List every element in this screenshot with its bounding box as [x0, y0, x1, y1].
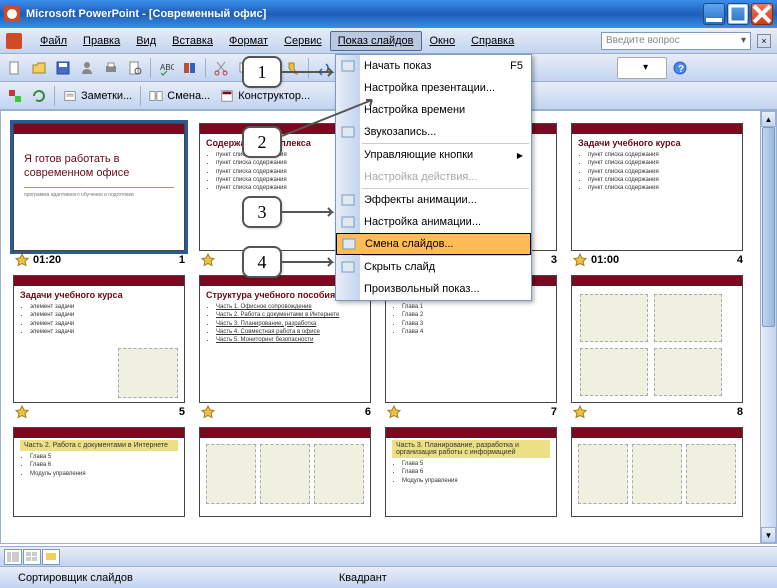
- sorter-view-button[interactable]: [23, 549, 41, 565]
- spell-button[interactable]: ABC: [155, 57, 177, 79]
- status-left: Сортировщик слайдов: [0, 572, 151, 584]
- slide-thumb[interactable]: [565, 427, 751, 517]
- scroll-up-button[interactable]: ▲: [761, 111, 776, 127]
- ask-question-input[interactable]: Введите вопрос: [601, 32, 751, 50]
- animation-icon: [15, 405, 29, 419]
- slideshow-view-button[interactable]: [42, 549, 60, 565]
- maximize-button[interactable]: [727, 3, 749, 25]
- slide-thumb[interactable]: Задачи учебного курсаэлемент задачиэлеме…: [7, 275, 193, 421]
- slide-thumb[interactable]: Задачи учебного курсапункт списка содерж…: [565, 123, 751, 269]
- slide-thumb[interactable]: Часть 3. Планирование, разработка и орга…: [379, 427, 565, 517]
- minimize-button[interactable]: [703, 3, 725, 25]
- menu-item[interactable]: Начать показF5: [336, 55, 531, 77]
- titlebar: Microsoft PowerPoint - [Современный офис…: [0, 0, 777, 28]
- window-title: Microsoft PowerPoint - [Современный офис…: [26, 8, 703, 20]
- color-icon[interactable]: [4, 85, 26, 107]
- animation-icon: [573, 253, 587, 267]
- zoom-dropdown[interactable]: ⠀▾: [617, 57, 667, 79]
- menu-item[interactable]: Эффекты анимации...: [336, 189, 531, 211]
- menu-window[interactable]: Окно: [422, 31, 464, 51]
- menu-tools[interactable]: Сервис: [276, 31, 330, 51]
- screen-icon: [340, 58, 356, 74]
- menu-item[interactable]: Настройка анимации...: [336, 211, 531, 233]
- menu-edit[interactable]: Правка: [75, 31, 128, 51]
- animation-icon: [15, 253, 29, 267]
- permission-button[interactable]: [76, 57, 98, 79]
- close-button[interactable]: [751, 3, 773, 25]
- callout-1: 1: [242, 56, 282, 88]
- menu-item[interactable]: Смена слайдов...: [336, 233, 531, 255]
- animation-icon: [573, 405, 587, 419]
- svg-text:?: ?: [678, 64, 684, 75]
- menu-format[interactable]: Формат: [221, 31, 276, 51]
- menu-item[interactable]: Произвольный показ...: [336, 278, 531, 300]
- animation-icon: [201, 405, 215, 419]
- cycle-icon[interactable]: [28, 85, 50, 107]
- callout-4: 4: [242, 246, 282, 278]
- callout-3: 3: [242, 196, 282, 228]
- menu-file[interactable]: Файл: [32, 31, 75, 51]
- save-button[interactable]: [52, 57, 74, 79]
- normal-view-button[interactable]: [4, 549, 22, 565]
- callout-2: 2: [242, 126, 282, 158]
- slideshow-menu: Начать показF5Настройка презентации...На…: [335, 54, 532, 301]
- view-buttons-strip: [0, 546, 777, 566]
- transition-button[interactable]: Смена...: [145, 89, 214, 103]
- menu-insert[interactable]: Вставка: [164, 31, 221, 51]
- doc-close-button[interactable]: ×: [757, 34, 771, 48]
- research-button[interactable]: [179, 57, 201, 79]
- menu-view[interactable]: Вид: [128, 31, 164, 51]
- cut-button[interactable]: [210, 57, 232, 79]
- preview-button[interactable]: [124, 57, 146, 79]
- menubar: Файл Правка Вид Вставка Формат Сервис По…: [0, 28, 777, 54]
- help-button[interactable]: ?: [669, 57, 691, 79]
- slide-thumb[interactable]: [193, 427, 379, 517]
- hide-icon: [340, 259, 356, 275]
- star-icon: [340, 192, 356, 208]
- doc-icon: [6, 33, 22, 49]
- status-right: Квадрант: [321, 572, 405, 584]
- svg-text:ABC: ABC: [160, 63, 174, 72]
- statusbar: Сортировщик слайдов Квадрант: [0, 566, 777, 588]
- menu-help[interactable]: Справка: [463, 31, 522, 51]
- new-button[interactable]: [4, 57, 26, 79]
- menu-item: Настройка действия...: [336, 166, 531, 188]
- menu-item[interactable]: Скрыть слайд: [336, 256, 531, 278]
- open-button[interactable]: [28, 57, 50, 79]
- slide-thumb[interactable]: Я готов работать в современном офисепрог…: [7, 123, 193, 269]
- trans-icon: [341, 236, 357, 252]
- scroll-thumb[interactable]: [762, 127, 775, 327]
- app-icon: [4, 6, 20, 22]
- star2-icon: [340, 214, 356, 230]
- animation-icon: [201, 253, 215, 267]
- scroll-down-button[interactable]: ▼: [761, 527, 776, 543]
- slide-thumb[interactable]: 8: [565, 275, 751, 421]
- slide-thumb[interactable]: Часть 2. Работа с документами в Интернет…: [7, 427, 193, 517]
- notes-button[interactable]: Заметки...: [59, 89, 136, 103]
- vertical-scrollbar[interactable]: ▲ ▼: [760, 111, 776, 543]
- menu-slideshow[interactable]: Показ слайдов: [330, 31, 422, 51]
- menu-item[interactable]: Управляющие кнопки▶: [336, 144, 531, 166]
- print-button[interactable]: [100, 57, 122, 79]
- animation-icon: [387, 405, 401, 419]
